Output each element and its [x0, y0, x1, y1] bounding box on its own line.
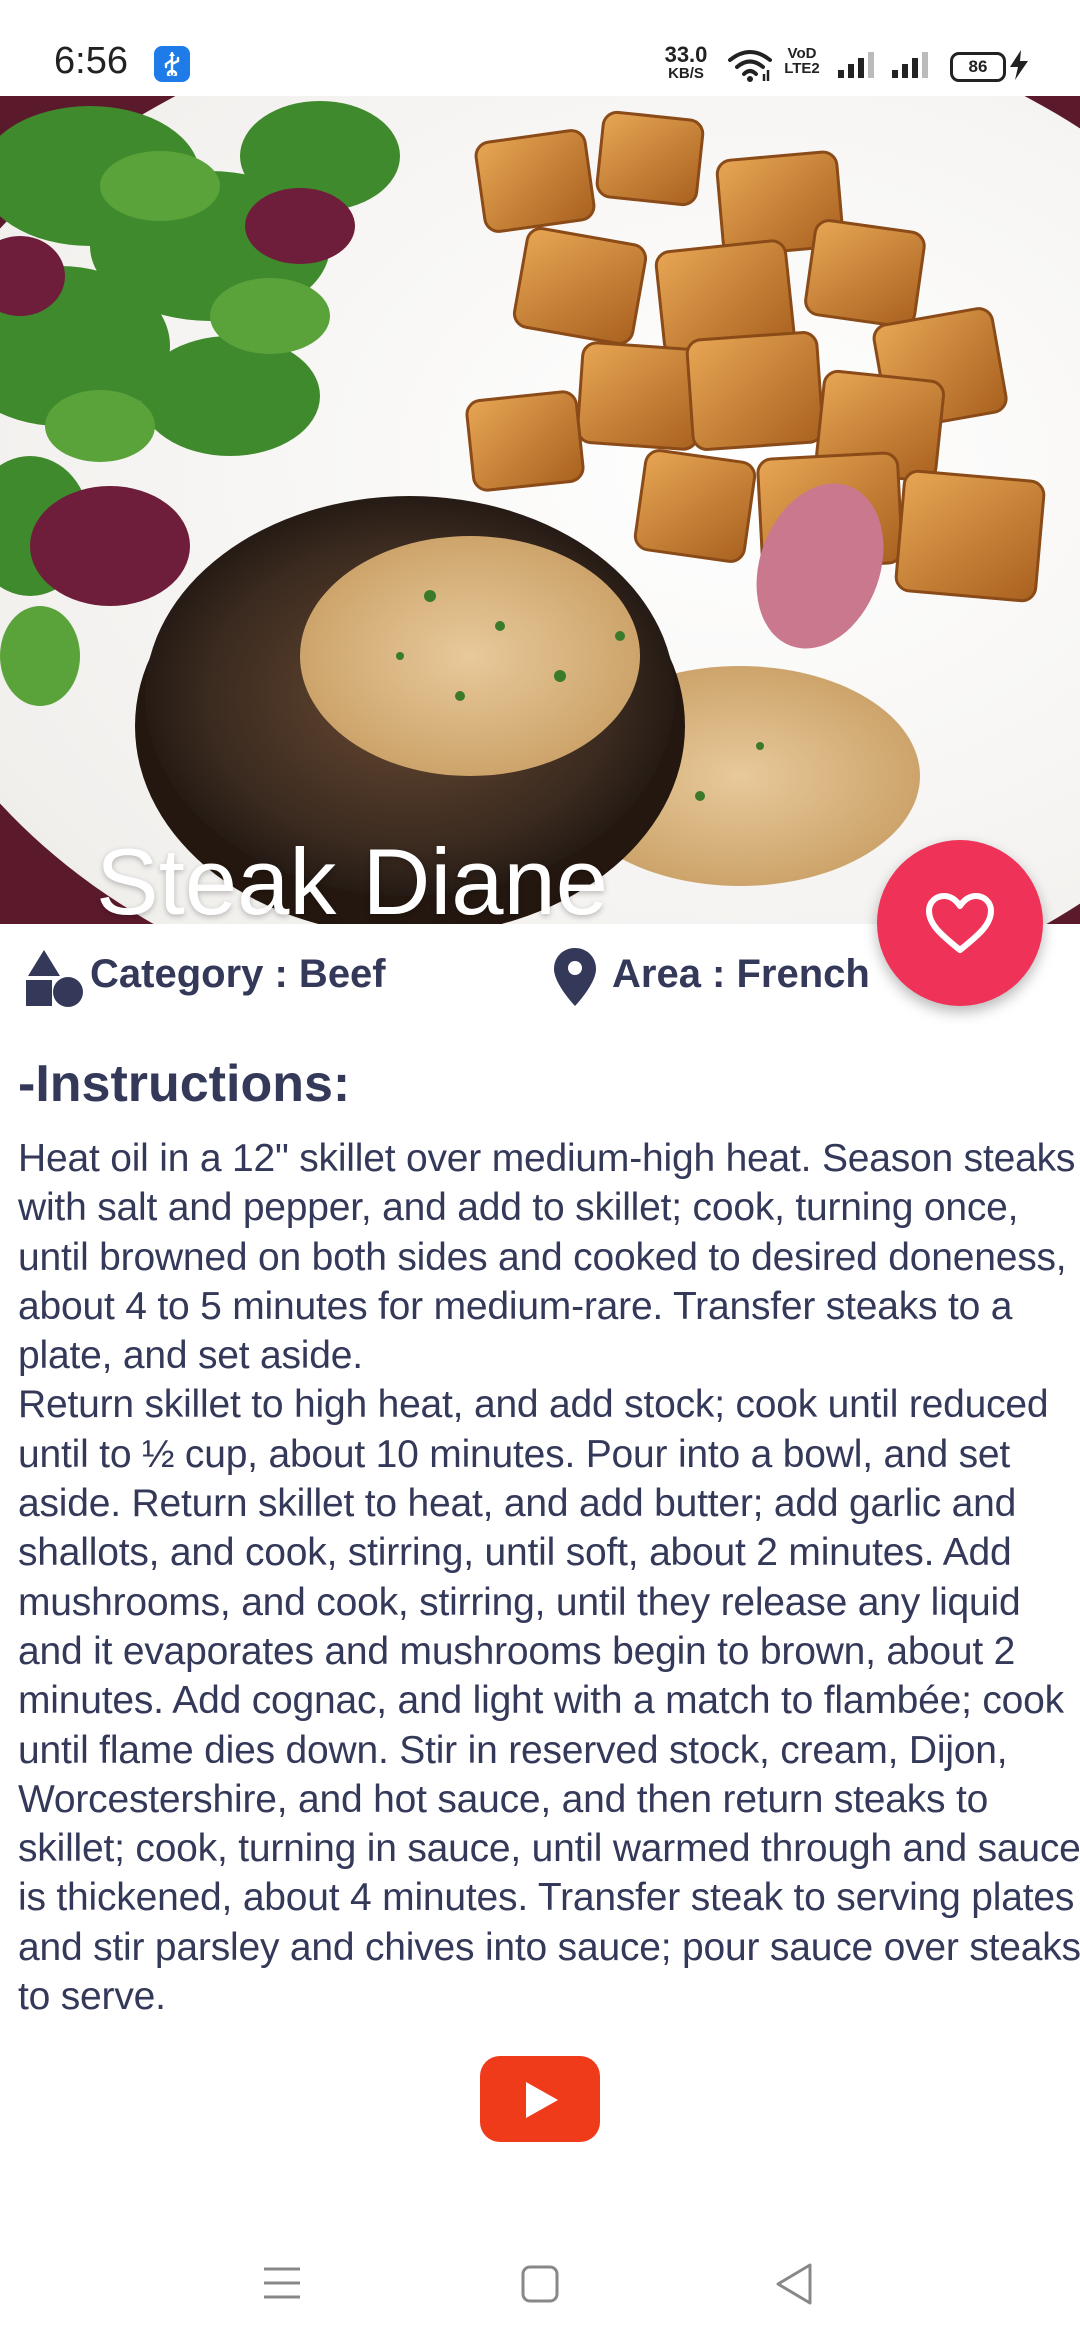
recipe-image: Steak Diane — [0, 96, 1080, 924]
net-speed: 33.0 KB/S — [658, 42, 714, 82]
wifi-icon — [728, 48, 772, 87]
instructions-text: Heat oil in a 12" skillet over medium-hi… — [18, 1137, 1080, 2019]
volte-label-bottom: LTE2 — [784, 60, 820, 77]
area-label: Area : French — [612, 952, 870, 996]
battery-indicator: 86 — [950, 52, 1006, 82]
steak-dish-illustration — [0, 96, 1080, 924]
signal-icon — [836, 50, 876, 85]
heart-icon — [926, 893, 994, 953]
menu-icon[interactable] — [262, 2266, 302, 2305]
net-speed-value: 33.0 — [664, 42, 708, 67]
volte-indicator: VoD LTE2 — [780, 46, 824, 76]
category-label: Category : Beef — [90, 952, 386, 996]
area-info: Area : French — [552, 946, 882, 1006]
youtube-video-button[interactable] — [480, 2056, 600, 2142]
net-speed-unit: KB/S — [668, 65, 704, 82]
shapes-icon — [24, 946, 86, 1018]
category-info: Category : Beef — [24, 946, 404, 1007]
charging-bolt-icon — [1008, 50, 1030, 85]
location-pin-icon — [552, 946, 598, 1018]
status-time: 6:56 — [54, 40, 128, 82]
home-square-icon[interactable] — [520, 2264, 560, 2309]
recipe-title: Steak Diane — [96, 829, 609, 924]
signal-icon — [890, 50, 930, 85]
instructions-heading: -Instructions: — [18, 1055, 351, 1113]
youtube-play-icon — [526, 2082, 558, 2118]
usb-icon — [154, 46, 190, 82]
system-nav-bar — [0, 2220, 1080, 2340]
back-triangle-icon[interactable] — [774, 2262, 814, 2311]
status-bar: 6:56 33.0 KB/S VoD LTE2 86 — [0, 0, 1080, 96]
favorite-button[interactable] — [877, 840, 1043, 1006]
